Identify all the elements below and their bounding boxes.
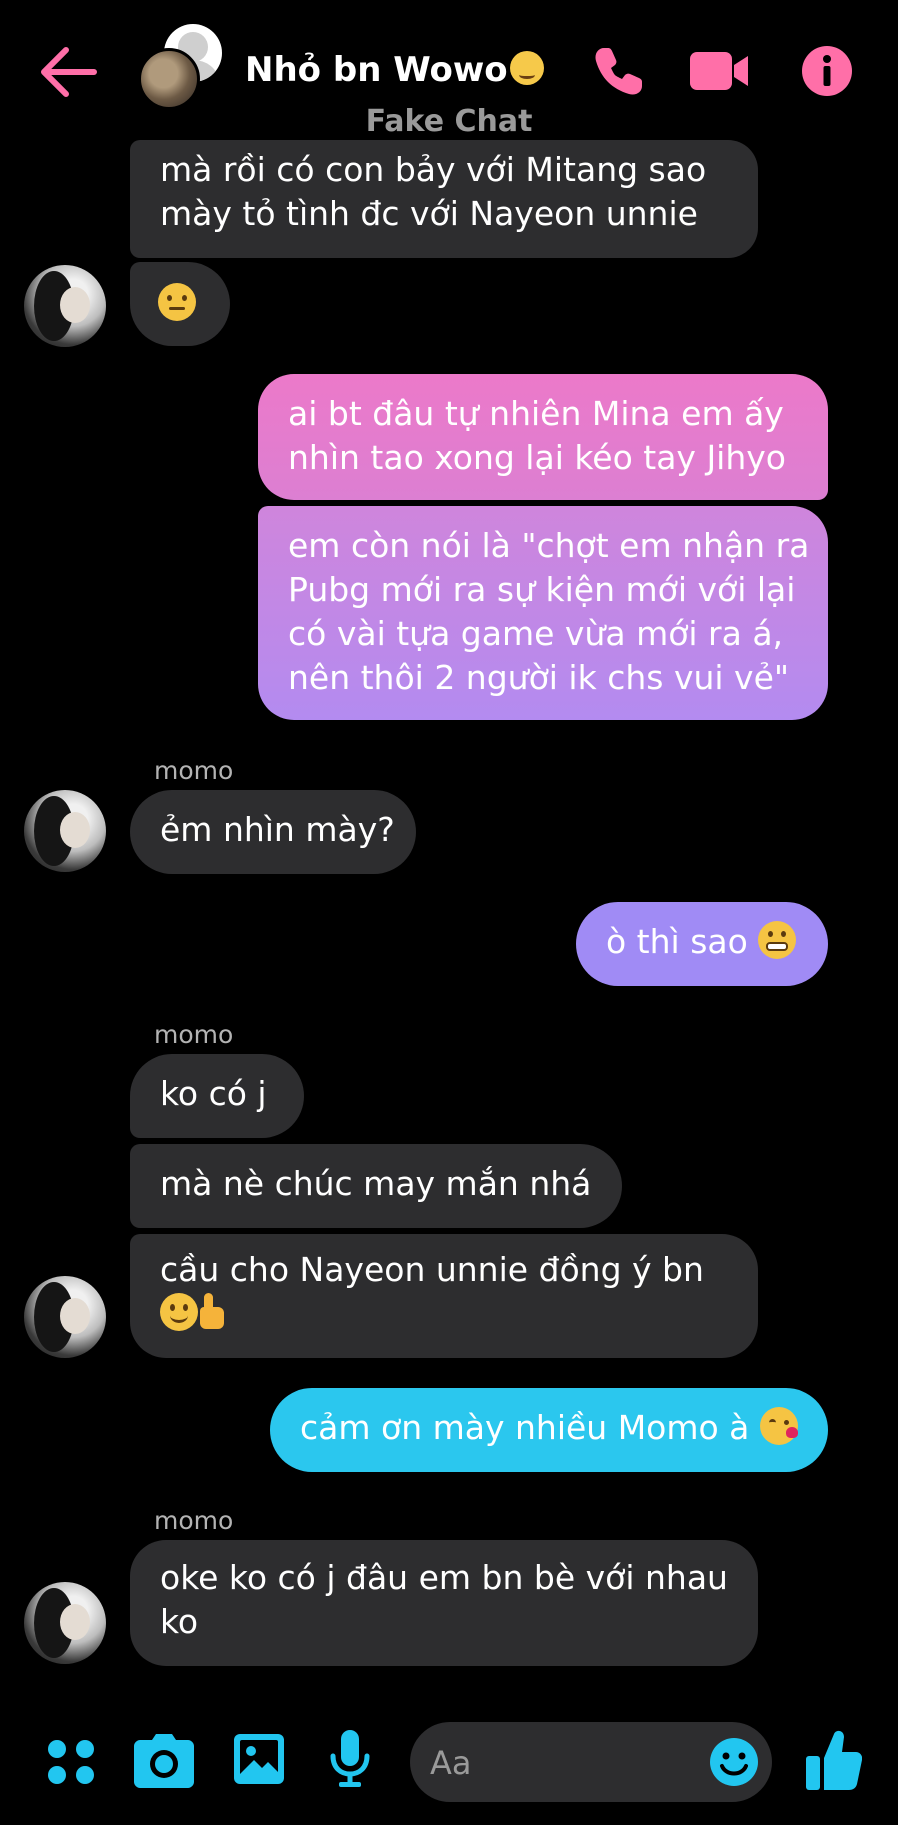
sender-name: momo — [154, 756, 234, 785]
emoji-icon[interactable] — [708, 1736, 760, 1788]
chat-header: Nhỏ bn Wowo Fake Chat — [0, 0, 898, 140]
message-bubble[interactable]: ai bt đâu tự nhiên Mina em ấy nhìn tao x… — [258, 374, 828, 500]
camera-icon[interactable] — [134, 1734, 194, 1788]
smiling-face-icon — [160, 1293, 198, 1331]
info-icon[interactable] — [800, 44, 854, 98]
message-line: em còn nói là "chợt em nhận ra — [288, 526, 810, 565]
back-arrow-icon[interactable] — [38, 44, 98, 100]
message-line: nên thôi 2 người ik chs vui vẻ" — [288, 658, 790, 697]
message-line: ò thì sao — [606, 922, 748, 961]
thumbs-up-icon[interactable] — [806, 1728, 862, 1792]
message-line: nhìn tao xong lại kéo tay Jihyo — [288, 438, 786, 477]
contact-avatar[interactable] — [24, 790, 106, 872]
sender-name: momo — [154, 1506, 234, 1535]
message-line: oke ko có j đâu em bn bè với nhau — [160, 1558, 728, 1597]
message-line: ko có j — [160, 1074, 267, 1113]
chat-title[interactable]: Nhỏ bn Wowo — [245, 50, 544, 90]
video-camera-icon[interactable] — [688, 48, 750, 94]
message-bubble[interactable]: ko có j — [130, 1054, 304, 1138]
message-line: cầu cho Nayeon unnie đồng ý bn — [160, 1250, 704, 1289]
menu-dots-icon[interactable] — [46, 1738, 96, 1786]
message-line: Pubg mới ra sự kiện mới với lại — [288, 570, 796, 609]
message-line: ai bt đâu tự nhiên Mina em ấy — [288, 394, 784, 433]
contact-avatar[interactable] — [24, 1582, 106, 1664]
message-bubble[interactable]: cầu cho Nayeon unnie đồng ý bn — [130, 1234, 758, 1358]
message-bubble[interactable]: ò thì sao — [576, 902, 828, 986]
message-bubble[interactable]: ẻm nhìn mày? — [130, 790, 416, 874]
message-composer[interactable] — [410, 1722, 772, 1804]
thumbs-up-emoji-icon — [198, 1293, 228, 1331]
message-line: ẻm nhìn mày? — [160, 810, 395, 849]
contact-avatar[interactable] — [24, 265, 106, 347]
message-bubble[interactable]: oke ko có j đâu em bn bè với nhau ko — [130, 1540, 758, 1666]
raised-eyebrow-face-icon — [158, 283, 196, 321]
message-line: mà nè chúc may mắn nhá — [160, 1164, 592, 1203]
message-bubble[interactable] — [130, 262, 230, 346]
chat-subtitle: Fake Chat — [365, 104, 533, 139]
contact-avatar[interactable] — [24, 1276, 106, 1358]
message-line: mày tỏ tình đc với Nayeon unnie — [160, 194, 698, 233]
message-input[interactable] — [428, 1722, 682, 1804]
message-line: cảm ơn mày nhiều Momo à — [300, 1408, 750, 1447]
phone-icon[interactable] — [592, 44, 646, 98]
face-blowing-kiss-icon — [759, 1407, 798, 1445]
message-line: mà rồi có con bảy với Mitang sao — [160, 150, 707, 189]
message-bubble[interactable]: mà nè chúc may mắn nhá — [130, 1144, 622, 1228]
message-bubble[interactable]: mà rồi có con bảy với Mitang sao mày tỏ … — [130, 140, 758, 258]
woozy-face-icon — [509, 51, 544, 85]
message-bubble[interactable]: cảm ơn mày nhiều Momo à — [270, 1388, 828, 1472]
avatar — [138, 48, 200, 110]
image-icon[interactable] — [234, 1734, 284, 1784]
message-line: ko — [160, 1602, 199, 1641]
grimacing-face-icon — [758, 921, 797, 959]
microphone-icon[interactable] — [330, 1730, 370, 1788]
message-line: có vài tựa game vừa mới ra á, — [288, 614, 784, 653]
group-avatar[interactable] — [138, 24, 222, 110]
message-bubble[interactable]: em còn nói là "chợt em nhận ra Pubg mới … — [258, 506, 828, 720]
sender-name: momo — [154, 1020, 234, 1049]
